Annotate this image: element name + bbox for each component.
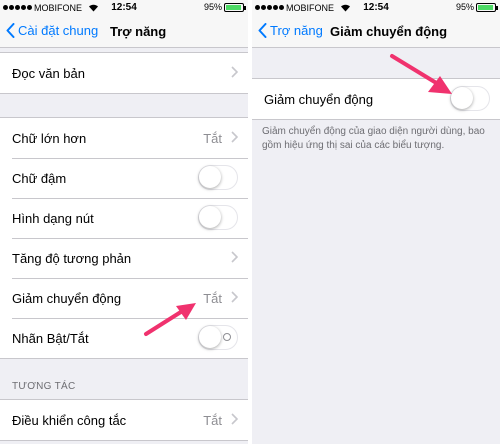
row-label: Chữ đậm bbox=[12, 170, 67, 186]
row-label: Điều khiển công tắc bbox=[12, 412, 127, 428]
chevron-right-icon bbox=[231, 131, 238, 143]
back-chevron-icon bbox=[6, 23, 15, 38]
back-label: Trợ năng bbox=[270, 23, 323, 38]
row-value: Tắt bbox=[203, 412, 222, 428]
row-label: Chữ lớn hơn bbox=[12, 130, 87, 146]
row-label: Đọc văn bản bbox=[12, 65, 85, 81]
on-off-labels-toggle[interactable] bbox=[198, 325, 238, 350]
row-label: Tăng độ tương phản bbox=[12, 250, 132, 266]
group-reduce-motion: Giảm chuyển động bbox=[252, 78, 500, 120]
row-value: Tắt bbox=[203, 130, 222, 146]
battery-icon bbox=[476, 2, 498, 12]
back-button[interactable]: Trợ năng bbox=[258, 23, 323, 38]
left-screen: MOBIFONE 12:54 95% Cài đặt chung Trợ năn… bbox=[0, 0, 248, 444]
row-button-shapes[interactable]: Hình dạng nút bbox=[0, 198, 248, 238]
row-label: Giảm chuyển động bbox=[12, 290, 122, 306]
page-title: Trợ năng bbox=[110, 24, 167, 39]
arrow-annotation-icon bbox=[144, 303, 196, 336]
row-reduce-motion[interactable]: Giảm chuyển động Tắt bbox=[0, 278, 248, 318]
chevron-right-icon bbox=[231, 66, 238, 78]
group-vision: Chữ lớn hơn Tắt Chữ đậm Hình dạng nút Tă… bbox=[0, 117, 248, 359]
row-switch-control[interactable]: Điều khiển công tắc Tắt bbox=[0, 400, 248, 440]
row-on-off-labels[interactable]: Nhãn Bật/Tắt bbox=[0, 318, 248, 358]
back-chevron-icon bbox=[258, 23, 267, 38]
arrow-annotation-icon bbox=[390, 54, 452, 94]
back-label: Cài đặt chung bbox=[18, 23, 99, 38]
row-value: Tắt bbox=[203, 290, 222, 306]
battery-percent: 95% bbox=[455, 2, 474, 12]
row-label: Hình dạng nút bbox=[12, 210, 94, 226]
row-increase-contrast[interactable]: Tăng độ tương phản bbox=[0, 238, 248, 278]
chevron-right-icon bbox=[231, 251, 238, 263]
nav-bar: Cài đặt chung Trợ năng bbox=[0, 16, 248, 48]
bold-text-toggle[interactable] bbox=[198, 165, 238, 190]
reduce-motion-description: Giảm chuyển động của giao diện người dùn… bbox=[262, 126, 485, 151]
group-interaction: Điều khiển công tắc Tắt bbox=[0, 399, 248, 441]
battery-icon bbox=[224, 2, 246, 12]
back-button[interactable]: Cài đặt chung bbox=[6, 23, 98, 38]
battery-percent: 95% bbox=[203, 2, 222, 12]
row-bold-text[interactable]: Chữ đậm bbox=[0, 158, 248, 198]
row-label: Nhãn Bật/Tắt bbox=[12, 330, 89, 346]
row-larger-text[interactable]: Chữ lớn hơn Tắt bbox=[0, 118, 248, 158]
chevron-right-icon bbox=[231, 413, 238, 425]
right-screen: MOBIFONE 12:54 95% Trợ năng Giảm chuyển … bbox=[252, 0, 500, 444]
page-title: Giảm chuyển động bbox=[330, 24, 448, 39]
row-speak-text[interactable]: Đọc văn bản bbox=[0, 53, 248, 93]
group-reading: Đọc văn bản bbox=[0, 52, 248, 94]
button-shapes-toggle[interactable] bbox=[198, 205, 238, 230]
status-bar: MOBIFONE 12:54 95% bbox=[252, 0, 500, 16]
nav-bar: Trợ năng Giảm chuyển động bbox=[252, 16, 500, 48]
status-bar: MOBIFONE 12:54 95% bbox=[0, 0, 248, 16]
row-label: Giảm chuyển động bbox=[264, 91, 374, 107]
chevron-right-icon bbox=[231, 291, 238, 303]
section-header-interaction: TƯƠNG TÁC bbox=[12, 381, 76, 392]
row-reduce-motion[interactable]: Giảm chuyển động bbox=[252, 79, 500, 119]
